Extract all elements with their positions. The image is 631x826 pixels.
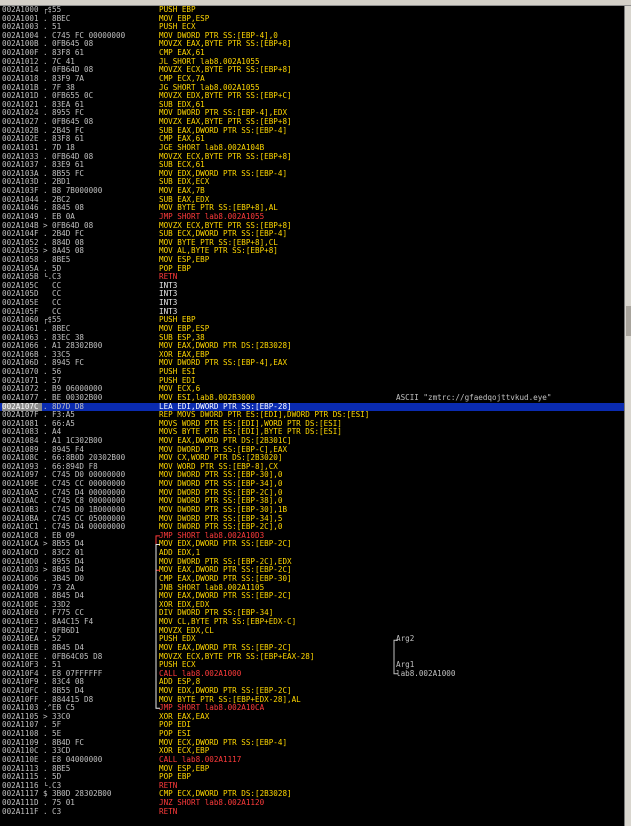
vertical-scrollbar[interactable] xyxy=(624,6,631,826)
scrollbar-thumb[interactable] xyxy=(626,306,631,336)
disassembly-pane[interactable]: 002A1000 ┌$ 55 PUSH EBP 002A1001. 8BEC MOV EBP… xyxy=(0,6,624,826)
args-bracket xyxy=(393,639,398,675)
comment-brackets-layer xyxy=(393,639,398,675)
